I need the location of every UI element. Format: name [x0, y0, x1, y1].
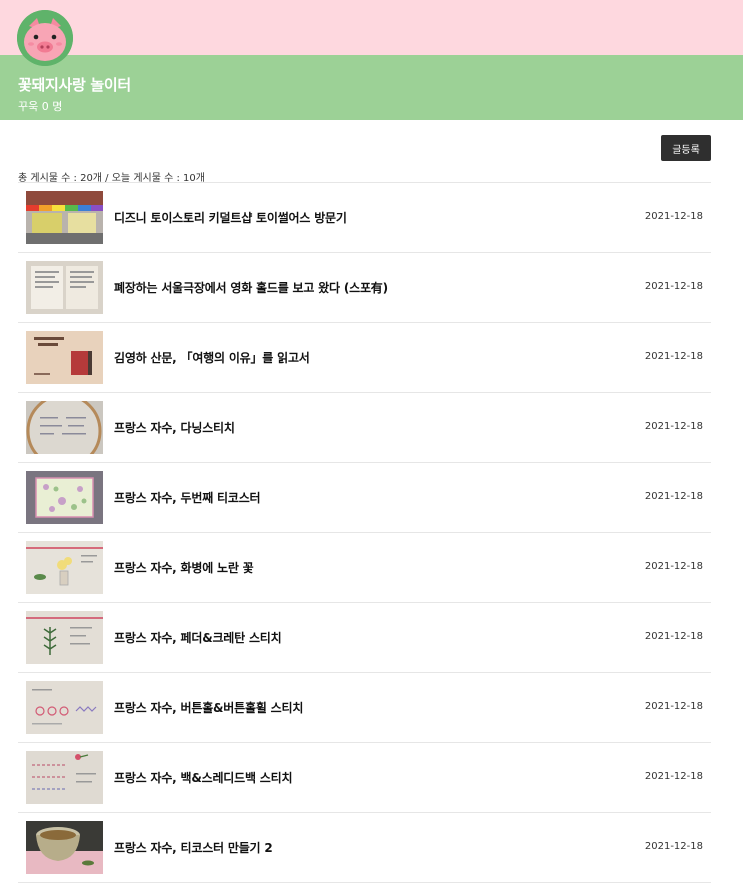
post-title[interactable]: 프랑스 자수, 백&스레디드백 스티치	[114, 769, 293, 786]
post-title[interactable]: 폐장하는 서울극장에서 영화 홀드를 보고 왔다 (스포有)	[114, 279, 388, 296]
post-title[interactable]: 프랑스 자수, 티코스터 만들기 2	[114, 839, 273, 856]
post-row[interactable]: 프랑스 자수, 티코스터 만들기 2 2021-12-18	[18, 813, 711, 883]
post-title[interactable]: 프랑스 자수, 두번째 티코스터	[114, 489, 261, 506]
post-thumbnail[interactable]	[26, 191, 103, 244]
post-row[interactable]: 김영하 산문, 「여행의 이유」를 읽고서 2021-12-18	[18, 323, 711, 393]
cafe-avatar[interactable]	[17, 10, 73, 66]
post-date: 2021-12-18	[644, 351, 703, 362]
post-title[interactable]: 프랑스 자수, 다닝스티치	[114, 419, 235, 436]
post-row[interactable]: 프랑스 자수, 두번째 티코스터 2021-12-18	[18, 463, 711, 533]
pig-icon	[17, 10, 73, 66]
post-title[interactable]: 프랑스 자수, 페더&크레탄 스티치	[114, 629, 282, 646]
post-date: 2021-12-18	[644, 281, 703, 292]
post-title[interactable]: 김영하 산문, 「여행의 이유」를 읽고서	[114, 349, 310, 366]
post-thumbnail[interactable]	[26, 471, 103, 524]
header-top-band	[0, 0, 743, 55]
post-thumbnail[interactable]	[26, 611, 103, 664]
post-row[interactable]: 프랑스 자수, 버튼홀&버튼홀휠 스티치 2021-12-18	[18, 673, 711, 743]
post-thumbnail[interactable]	[26, 751, 103, 804]
post-thumbnail[interactable]	[26, 331, 103, 384]
post-date: 2021-12-18	[644, 631, 703, 642]
post-thumbnail[interactable]	[26, 401, 103, 454]
post-date: 2021-12-18	[644, 421, 703, 432]
post-row[interactable]: 폐장하는 서울극장에서 영화 홀드를 보고 왔다 (스포有) 2021-12-1…	[18, 253, 711, 323]
post-row[interactable]: 디즈니 토이스토리 키덜트샵 토이썰어스 방문기 2021-12-18	[18, 183, 711, 253]
post-thumbnail[interactable]	[26, 821, 103, 874]
cafe-name[interactable]: 꽃돼지사랑 놀이터	[18, 74, 131, 95]
post-date: 2021-12-18	[644, 491, 703, 502]
member-count: 꾸욱 0 명	[18, 100, 63, 113]
write-post-button[interactable]: 글등록	[661, 135, 711, 161]
post-row[interactable]: 프랑스 자수, 백&스레디드백 스티치 2021-12-18	[18, 743, 711, 813]
post-date: 2021-12-18	[644, 771, 703, 782]
post-row[interactable]: 프랑스 자수, 다닝스티치 2021-12-18	[18, 393, 711, 463]
post-thumbnail[interactable]	[26, 541, 103, 594]
post-list: 디즈니 토이스토리 키덜트샵 토이썰어스 방문기 2021-12-18 폐장하는…	[18, 183, 711, 883]
post-date: 2021-12-18	[644, 701, 703, 712]
post-title[interactable]: 프랑스 자수, 화병에 노란 꽃	[114, 559, 254, 576]
post-thumbnail[interactable]	[26, 681, 103, 734]
post-date: 2021-12-18	[644, 211, 703, 222]
post-row[interactable]: 프랑스 자수, 페더&크레탄 스티치 2021-12-18	[18, 603, 711, 673]
post-date: 2021-12-18	[644, 841, 703, 852]
post-thumbnail[interactable]	[26, 261, 103, 314]
post-row[interactable]: 프랑스 자수, 화병에 노란 꽃 2021-12-18	[18, 533, 711, 603]
post-title[interactable]: 디즈니 토이스토리 키덜트샵 토이썰어스 방문기	[114, 209, 347, 226]
post-date: 2021-12-18	[644, 561, 703, 572]
post-title[interactable]: 프랑스 자수, 버튼홀&버튼홀휠 스티치	[114, 699, 303, 716]
